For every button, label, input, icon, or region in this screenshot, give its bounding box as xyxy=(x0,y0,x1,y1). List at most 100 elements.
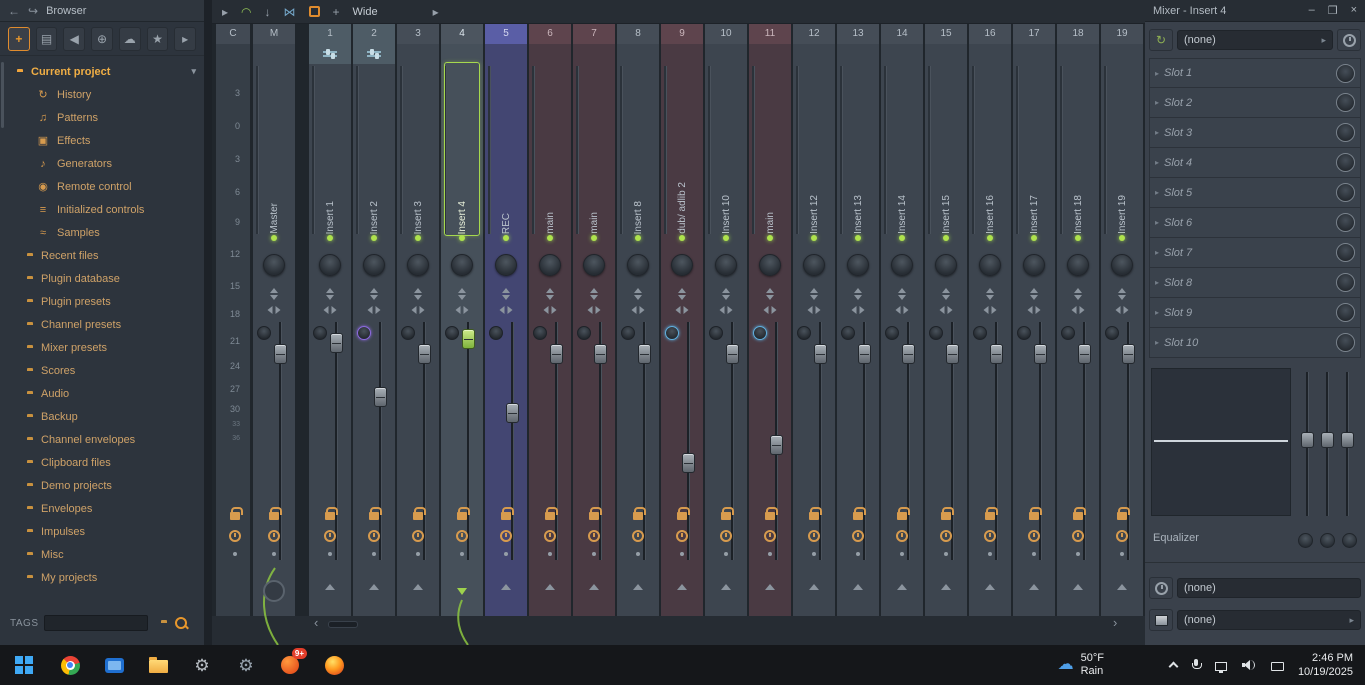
fader-track[interactable] xyxy=(335,322,338,560)
fader-thumb[interactable] xyxy=(814,343,827,364)
channel-number-label[interactable]: M xyxy=(253,24,295,44)
channel-number-label[interactable]: 10 xyxy=(705,24,747,44)
lock-icon[interactable] xyxy=(1117,507,1130,520)
stereo-sep-knob[interactable] xyxy=(257,326,271,340)
browser-item-initialized-controls[interactable]: ≡ Initialized controls xyxy=(0,198,204,221)
swap-arrows-icon[interactable] xyxy=(590,288,598,300)
mixer-channel-11[interactable]: 11 main xyxy=(749,24,791,616)
plugin-window-button[interactable] xyxy=(1149,609,1173,631)
latch-icon[interactable] xyxy=(544,530,556,542)
browser-item-channel-presets[interactable]: Channel presets xyxy=(0,313,204,336)
channel-number-label[interactable]: 7 xyxy=(573,24,615,44)
fader-thumb[interactable] xyxy=(1034,343,1047,364)
pan-knob[interactable] xyxy=(495,254,517,276)
latch-icon[interactable] xyxy=(500,530,512,542)
taskbar-app-mail[interactable]: 9+ xyxy=(268,645,312,685)
send-arrow-icon[interactable] xyxy=(633,584,643,590)
send-arrow-icon[interactable] xyxy=(413,584,423,590)
lock-icon[interactable] xyxy=(269,507,282,520)
slot-mix-knob[interactable] xyxy=(1336,273,1355,292)
swap-arrows-icon[interactable] xyxy=(1118,288,1126,300)
mixer-channel-10[interactable]: 10 Insert 10 xyxy=(705,24,747,616)
minimize-icon[interactable]: – xyxy=(1309,4,1315,17)
stereo-sep-knob[interactable] xyxy=(577,326,591,340)
lock-icon[interactable] xyxy=(853,507,866,520)
swap-arrows-icon[interactable] xyxy=(942,288,950,300)
mixer-channel-7[interactable]: 7 main xyxy=(573,24,615,616)
swap-arrows-icon[interactable] xyxy=(502,288,510,300)
swap-arrows-icon[interactable] xyxy=(458,288,466,300)
pan-knob[interactable] xyxy=(759,254,781,276)
browser-item-mixer-presets[interactable]: Mixer presets xyxy=(0,336,204,359)
channel-enable-led[interactable] xyxy=(503,235,509,241)
channel-number-label[interactable]: 12 xyxy=(793,24,835,44)
pan-knob[interactable] xyxy=(583,254,605,276)
pan-knob[interactable] xyxy=(363,254,385,276)
fader-thumb[interactable] xyxy=(902,343,915,364)
width-arrows-icon[interactable] xyxy=(587,306,601,314)
fader-thumb[interactable] xyxy=(330,332,343,353)
latch-icon[interactable] xyxy=(632,530,644,542)
mixer-slot-2[interactable]: ▸ Slot 2 xyxy=(1149,88,1361,118)
touch-keyboard-icon[interactable] xyxy=(1270,661,1284,671)
swap-arrows-icon[interactable] xyxy=(810,288,818,300)
channel-number-label[interactable]: 1 xyxy=(309,24,351,44)
detach-icon[interactable]: ⋈ xyxy=(284,5,296,19)
pan-knob[interactable] xyxy=(319,254,341,276)
search-icon[interactable] xyxy=(174,616,189,631)
width-arrows-icon[interactable] xyxy=(939,306,953,314)
slot-mix-knob[interactable] xyxy=(1336,93,1355,112)
mixer-channel-5[interactable]: 5 REC xyxy=(485,24,527,616)
mixer-channel-3[interactable]: 3 Insert 3 xyxy=(397,24,439,616)
swap-arrows-icon[interactable] xyxy=(678,288,686,300)
send-arrow-icon[interactable] xyxy=(765,584,775,590)
mixer-slot-4[interactable]: ▸ Slot 4 xyxy=(1149,148,1361,178)
browser-item-audio[interactable]: Audio xyxy=(0,382,204,405)
stereo-sep-knob[interactable] xyxy=(709,326,723,340)
width-arrows-icon[interactable] xyxy=(719,306,733,314)
swap-arrows-icon[interactable] xyxy=(270,288,278,300)
eq-slider-2-thumb[interactable] xyxy=(1321,432,1334,448)
slot-mix-knob[interactable] xyxy=(1336,243,1355,262)
stereo-sep-knob[interactable] xyxy=(401,326,415,340)
lock-icon[interactable] xyxy=(325,507,338,520)
stereo-sep-knob[interactable] xyxy=(665,326,679,340)
send-arrow-icon[interactable] xyxy=(545,584,555,590)
channel-enable-led[interactable] xyxy=(899,235,905,241)
import-track-icon[interactable]: ↓ xyxy=(265,5,271,19)
mixer-channel-1[interactable]: 1 Insert 1 xyxy=(309,24,351,616)
fader-thumb[interactable] xyxy=(1122,343,1135,364)
latch-icon[interactable] xyxy=(896,530,908,542)
channel-enable-led[interactable] xyxy=(1075,235,1081,241)
browser-item-my-projects[interactable]: My projects xyxy=(0,566,204,589)
width-arrows-icon[interactable] xyxy=(983,306,997,314)
width-arrows-icon[interactable] xyxy=(895,306,909,314)
send-arrow-icon[interactable] xyxy=(941,584,951,590)
channel-enable-led[interactable] xyxy=(767,235,773,241)
fader-thumb[interactable] xyxy=(1078,343,1091,364)
width-arrows-icon[interactable] xyxy=(411,306,425,314)
eq-graph[interactable] xyxy=(1151,368,1291,516)
send-arrow-icon[interactable] xyxy=(809,584,819,590)
send-arrow-icon[interactable] xyxy=(897,584,907,590)
width-arrows-icon[interactable] xyxy=(367,306,381,314)
width-arrows-icon[interactable] xyxy=(455,306,469,314)
fader-thumb[interactable] xyxy=(770,435,783,456)
stereo-sep-knob[interactable] xyxy=(841,326,855,340)
send-arrow-icon[interactable] xyxy=(677,584,687,590)
lock-icon[interactable] xyxy=(809,507,822,520)
width-arrows-icon[interactable] xyxy=(763,306,777,314)
pan-knob[interactable] xyxy=(715,254,737,276)
more-menu-icon[interactable]: ▸ xyxy=(174,26,197,51)
latch-icon[interactable] xyxy=(720,530,732,542)
lock-icon[interactable] xyxy=(677,507,690,520)
mixer-channel-4[interactable]: 4 Insert 4 xyxy=(441,24,483,616)
stereo-sep-knob[interactable] xyxy=(753,326,767,340)
slot-mix-knob[interactable] xyxy=(1336,123,1355,142)
mixer-slot-10[interactable]: ▸ Slot 10 xyxy=(1149,328,1361,358)
send-arrow-icon[interactable] xyxy=(853,584,863,590)
time-preset-button[interactable] xyxy=(1149,577,1173,599)
preset-arrow-icon[interactable]: ▸ xyxy=(1349,615,1354,626)
browser-item-recent-files[interactable]: Recent files xyxy=(0,244,204,267)
latch-icon[interactable] xyxy=(368,530,380,542)
